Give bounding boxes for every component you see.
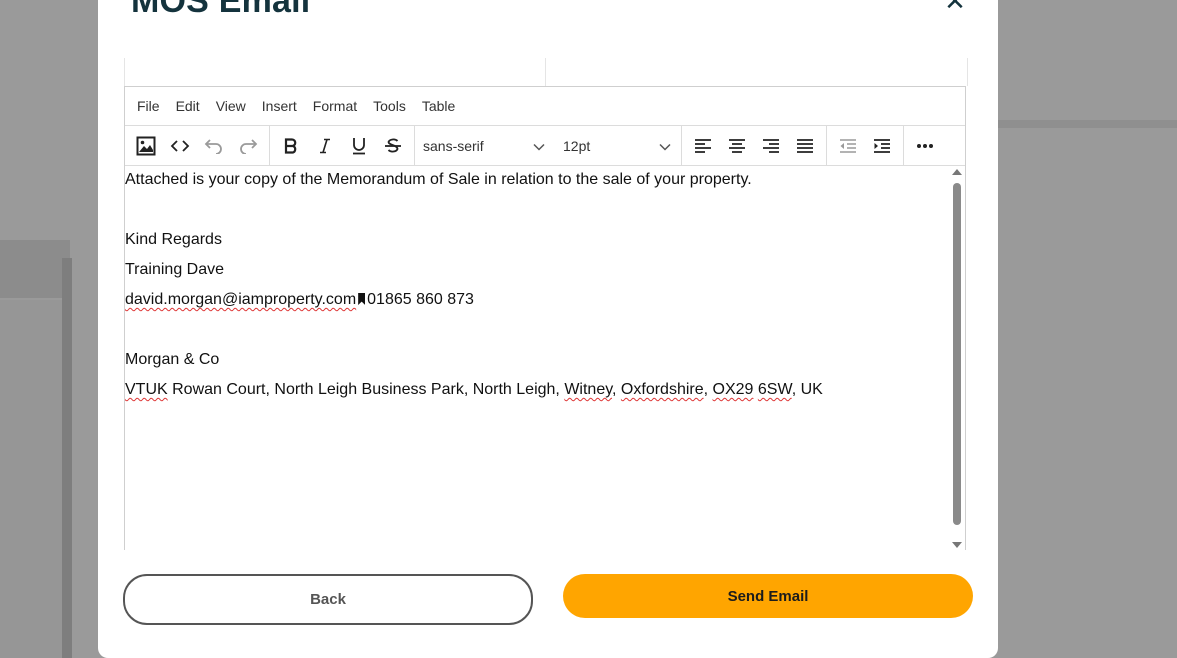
- strikethrough-icon[interactable]: [376, 131, 410, 161]
- body-line-company: Morgan & Co: [125, 351, 220, 368]
- align-center-icon[interactable]: [720, 131, 754, 161]
- align-justify-icon[interactable]: [788, 131, 822, 161]
- body-line-signature-name: Training Dave: [125, 261, 225, 278]
- modal-title: MOS Email: [131, 0, 311, 20]
- code-icon[interactable]: [163, 131, 197, 161]
- scroll-up-icon[interactable]: [952, 169, 962, 175]
- address-vtuk: VTUK: [125, 381, 168, 398]
- toolbar-group-text-style: [270, 126, 415, 165]
- menu-view[interactable]: View: [216, 98, 246, 114]
- menu-format[interactable]: Format: [313, 98, 357, 114]
- body-line-intro: Attached is your copy of the Memorandum …: [125, 171, 752, 188]
- address-sep: ,: [703, 381, 713, 398]
- toolbar-group-insert: [125, 126, 270, 165]
- background-divider: [62, 258, 72, 658]
- address-postcode-a: OX29: [712, 381, 754, 398]
- address-witney: Witney: [564, 381, 613, 398]
- background-header-edge: [998, 120, 1177, 128]
- underline-icon[interactable]: [342, 131, 376, 161]
- font-family-value: sans-serif: [423, 137, 484, 154]
- scrollbar-thumb[interactable]: [953, 183, 961, 525]
- signature-email: david.morgan@iamproperty.com: [125, 291, 357, 308]
- rich-text-editor: File Edit View Insert Format Tools Table: [124, 86, 966, 550]
- table-divider: [545, 58, 546, 86]
- align-right-icon[interactable]: [754, 131, 788, 161]
- body-blank-line: [125, 195, 965, 225]
- align-left-icon[interactable]: [686, 131, 720, 161]
- italic-icon[interactable]: [308, 131, 342, 161]
- chevron-down-icon: [533, 138, 545, 154]
- address-sep: ,: [612, 381, 621, 398]
- address-part: Rowan Court, North Leigh Business Park, …: [167, 381, 565, 398]
- toolbar-group-align: [682, 126, 827, 165]
- toolbar-group-indent: [827, 126, 904, 165]
- redo-icon[interactable]: [231, 131, 265, 161]
- address-end: , UK: [791, 381, 823, 398]
- menu-tools[interactable]: Tools: [373, 98, 406, 114]
- editor-scrollbar[interactable]: [949, 165, 965, 550]
- background-band: [0, 240, 70, 298]
- menu-file[interactable]: File: [137, 98, 160, 114]
- body-blank-line: [125, 315, 965, 345]
- menu-insert[interactable]: Insert: [262, 98, 297, 114]
- signature-phone: 01865 860 873: [367, 291, 474, 308]
- more-icon[interactable]: [908, 131, 942, 161]
- indent-icon[interactable]: [865, 131, 899, 161]
- body-line-contact: david.morgan@iamproperty.com 01865 860 87…: [125, 285, 965, 315]
- undo-icon[interactable]: [197, 131, 231, 161]
- background-panel: [0, 300, 62, 658]
- font-size-value: 12pt: [563, 137, 591, 154]
- address-postcode-b: 6SW: [757, 381, 792, 398]
- image-icon[interactable]: [129, 131, 163, 161]
- address-oxfordshire: Oxfordshire: [620, 381, 704, 398]
- editor-toolbar: sans-serif 12pt: [125, 126, 965, 166]
- font-family-select[interactable]: sans-serif: [415, 131, 555, 161]
- menu-edit[interactable]: Edit: [176, 98, 200, 114]
- menu-table[interactable]: Table: [422, 98, 455, 114]
- back-button[interactable]: Back: [123, 574, 533, 625]
- send-email-button[interactable]: Send Email: [563, 574, 973, 618]
- font-size-select[interactable]: 12pt: [555, 131, 681, 161]
- outdent-icon[interactable]: [831, 131, 865, 161]
- scroll-down-icon[interactable]: [952, 542, 962, 548]
- editor-menubar: File Edit View Insert Format Tools Table: [125, 87, 965, 126]
- recipient-table-edge: [124, 58, 968, 86]
- editor-content[interactable]: Attached is your copy of the Memorandum …: [125, 165, 965, 550]
- toolbar-group-more: [904, 126, 946, 165]
- body-line-address: VTUK Rowan Court, North Leigh Business P…: [125, 375, 965, 405]
- bold-icon[interactable]: [274, 131, 308, 161]
- bookmark-icon: [358, 293, 366, 305]
- chevron-down-icon: [659, 138, 671, 154]
- close-icon[interactable]: ✕: [940, 0, 970, 16]
- body-line-regards: Kind Regards: [125, 231, 222, 248]
- toolbar-group-font: sans-serif 12pt: [415, 126, 682, 165]
